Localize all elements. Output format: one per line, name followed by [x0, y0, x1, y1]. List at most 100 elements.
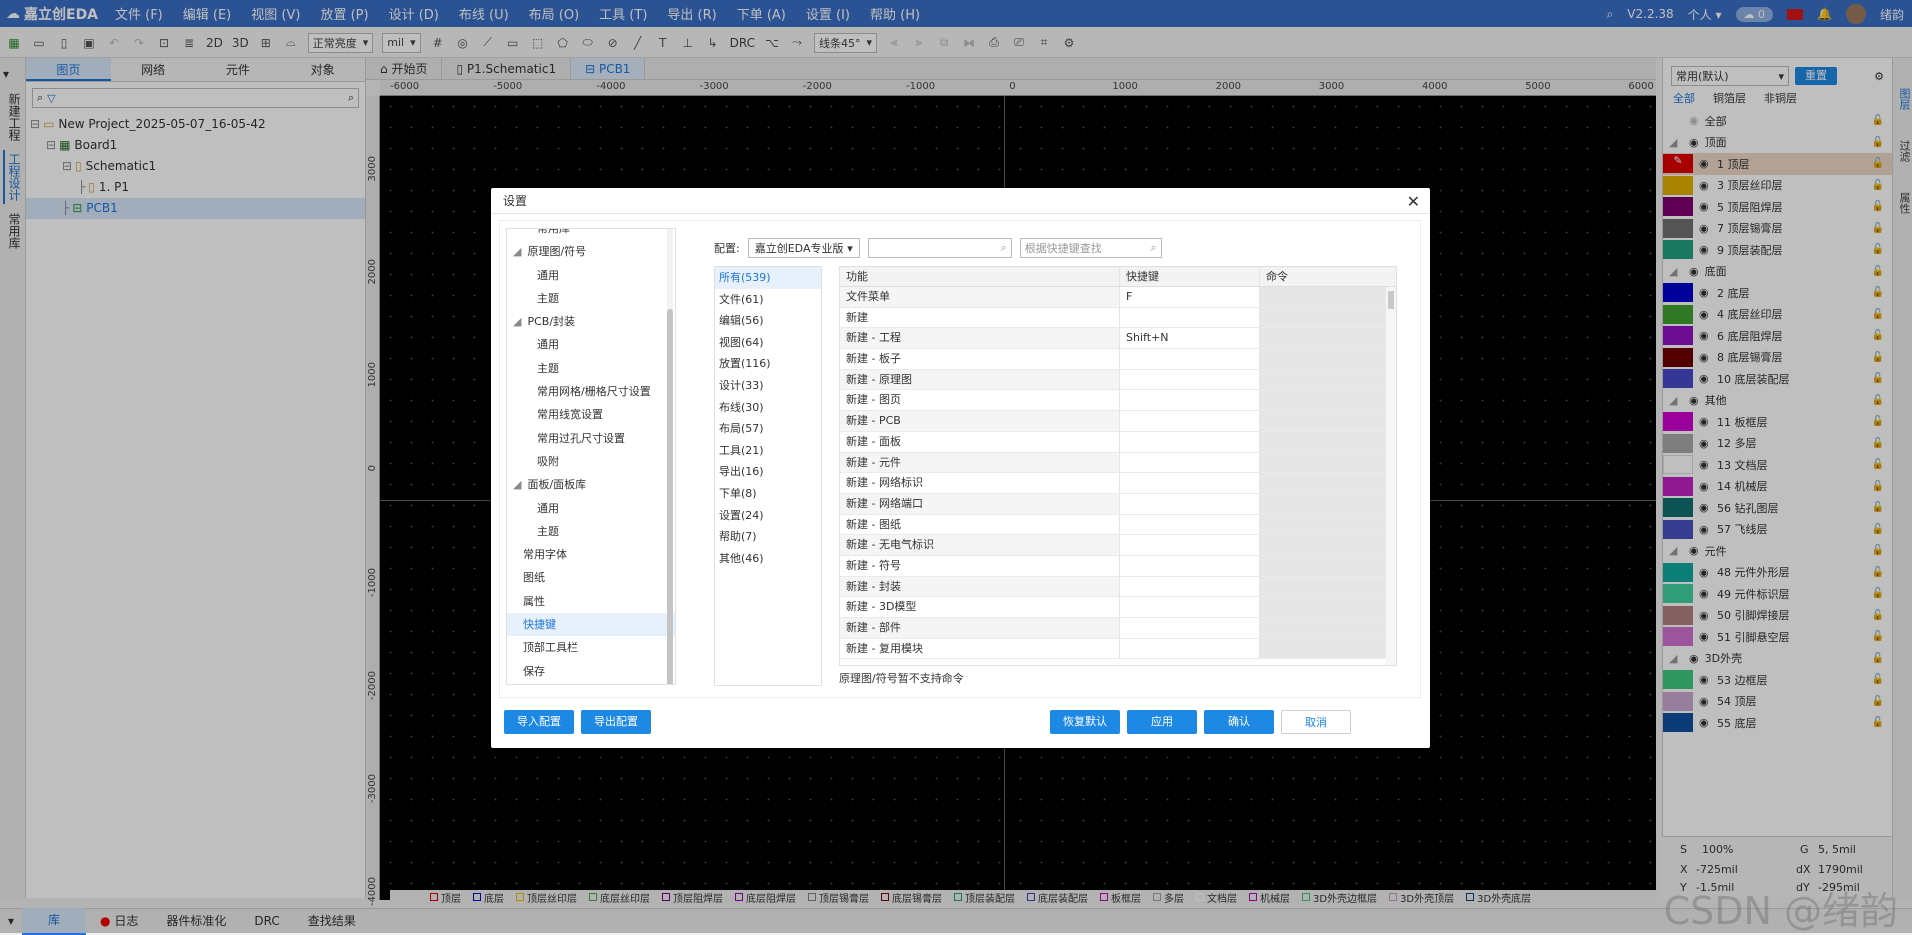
settings-nav-item[interactable]: 顶部工具栏	[507, 636, 675, 659]
shortcut-search-input[interactable]: 根据快捷键查找 ⌕	[1019, 238, 1162, 258]
cell-command	[1260, 307, 1396, 328]
import-config-button[interactable]: 导入配置	[504, 710, 574, 734]
cell-shortcut[interactable]	[1120, 555, 1260, 576]
table-body: 文件菜单 F 新建 新建 - 工程 Shift+N 新建 - 板子 新建 - 原理图 新建 -…	[840, 287, 1396, 660]
cell-shortcut[interactable]	[1120, 431, 1260, 452]
category-item[interactable]: 下单(8)	[715, 483, 821, 505]
settings-nav-item[interactable]: ◢ PCB/封装	[507, 310, 675, 333]
settings-nav-item[interactable]: 常用过孔尺寸设置	[507, 427, 675, 450]
table-row[interactable]: 新建 - 3D模型	[840, 597, 1396, 618]
nav-item-label: 快捷键	[523, 618, 556, 632]
cancel-button[interactable]: 取消	[1281, 710, 1351, 734]
settings-nav-item[interactable]: 通用	[507, 333, 675, 356]
cell-shortcut[interactable]	[1120, 638, 1260, 659]
cell-shortcut[interactable]	[1120, 493, 1260, 514]
category-item[interactable]: 导出(16)	[715, 461, 821, 483]
table-scroll-thumb[interactable]	[1388, 291, 1394, 309]
category-item[interactable]: 设置(24)	[715, 505, 821, 527]
table-row[interactable]: 新建 - 元件	[840, 452, 1396, 474]
category-item[interactable]: 编辑(56)	[715, 310, 821, 332]
table-scrollbar[interactable]	[1386, 287, 1396, 665]
settings-nav-item[interactable]: 通用	[507, 497, 675, 520]
table-row[interactable]: 新建 - 图纸	[840, 514, 1396, 536]
settings-nav-item[interactable]: 常用库	[507, 229, 675, 240]
category-item[interactable]: 布局(57)	[715, 418, 821, 440]
table-row[interactable]: 新建 - 复用模块	[840, 638, 1396, 660]
table-row[interactable]: 新建 - 部件	[840, 618, 1396, 639]
cell-shortcut[interactable]: Shift+N	[1120, 328, 1260, 349]
category-item[interactable]: 视图(64)	[715, 332, 821, 354]
category-item[interactable]: 布线(30)	[715, 397, 821, 419]
category-item[interactable]: 其他(46)	[715, 548, 821, 570]
cell-shortcut[interactable]: F	[1120, 287, 1260, 307]
settings-nav-item[interactable]: 属性	[507, 590, 675, 613]
table-row[interactable]: 新建 - 图页	[840, 390, 1396, 412]
cell-shortcut[interactable]	[1120, 390, 1260, 411]
settings-nav-item[interactable]: 保存	[507, 660, 675, 683]
restore-default-button[interactable]: 恢复默认	[1050, 710, 1120, 734]
table-row[interactable]: 新建 - 板子	[840, 349, 1396, 370]
category-list: 所有(539) 文件(61) 编辑(56) 视图(64) 放置(116) 设计(33) 布线…	[714, 266, 822, 686]
table-row[interactable]: 新建 - 原理图	[840, 369, 1396, 391]
nav-item-label: PCB/封装	[527, 315, 576, 329]
chevron-down-icon[interactable]: ◢	[513, 478, 521, 491]
table-row[interactable]: 新建 - 封装	[840, 576, 1396, 598]
export-config-button[interactable]: 导出配置	[581, 710, 651, 734]
cell-function: 新建 - 网络端口	[840, 493, 1120, 514]
settings-nav-item[interactable]: ◢ 面板/面板库	[507, 473, 675, 496]
category-item[interactable]: 设计(33)	[715, 375, 821, 397]
chevron-down-icon[interactable]: ◢	[513, 315, 521, 328]
confirm-button[interactable]: 确认	[1204, 710, 1274, 734]
table-row[interactable]: 新建 - 网络端口	[840, 493, 1396, 515]
table-row[interactable]: 新建 - 符号	[840, 555, 1396, 577]
table-row[interactable]: 新建 - 面板	[840, 431, 1396, 453]
nav-item-label: 保存	[523, 664, 545, 678]
chevron-down-icon[interactable]: ◢	[513, 245, 521, 258]
cell-shortcut[interactable]	[1120, 369, 1260, 390]
close-icon[interactable]: ✕	[1407, 192, 1420, 211]
settings-nav-item[interactable]: 主题	[507, 287, 675, 310]
function-search-input[interactable]: ⌕	[867, 238, 1012, 258]
cell-shortcut[interactable]	[1120, 349, 1260, 369]
settings-nav-item[interactable]: 快捷键	[507, 613, 675, 637]
cell-shortcut[interactable]	[1120, 473, 1260, 493]
cell-shortcut[interactable]	[1120, 307, 1260, 328]
settings-nav: 常用库 ◢ 原理图/符号 通用 主题 ◢ PCB/封装 通用 主题 常用网格/栅格尺寸设置 常用线宽…	[506, 228, 676, 685]
nav-item-label: 主题	[537, 361, 559, 375]
settings-nav-item[interactable]: 通用	[507, 264, 675, 287]
cell-shortcut[interactable]	[1120, 597, 1260, 617]
nav-scrollbar[interactable]	[667, 229, 673, 684]
cell-shortcut[interactable]	[1120, 514, 1260, 535]
nav-item-label: 主题	[537, 291, 559, 305]
settings-nav-item[interactable]: 图纸	[507, 566, 675, 589]
settings-nav-item[interactable]: 常用线宽设置	[507, 403, 675, 426]
cell-command	[1260, 390, 1396, 411]
table-row[interactable]: 新建 - 网络标识	[840, 473, 1396, 494]
settings-nav-item[interactable]: 常用网格/栅格尺寸设置	[507, 380, 675, 403]
cell-shortcut[interactable]	[1120, 452, 1260, 473]
category-item[interactable]: 帮助(7)	[715, 526, 821, 548]
cell-shortcut[interactable]	[1120, 411, 1260, 431]
table-row[interactable]: 新建 - 无电气标识	[840, 535, 1396, 556]
settings-nav-item[interactable]: ◢ 原理图/符号	[507, 240, 675, 263]
settings-nav-item[interactable]: 吸附	[507, 450, 675, 473]
table-row[interactable]: 新建 - 工程 Shift+N	[840, 328, 1396, 350]
category-item[interactable]: 工具(21)	[715, 440, 821, 462]
settings-nav-item[interactable]: 常用字体	[507, 543, 675, 566]
table-row[interactable]: 文件菜单 F	[840, 287, 1396, 308]
cell-shortcut[interactable]	[1120, 535, 1260, 555]
table-row[interactable]: 新建 - PCB	[840, 411, 1396, 432]
cell-shortcut[interactable]	[1120, 618, 1260, 638]
config-select[interactable]: 嘉立创EDA专业版 ▾	[747, 238, 860, 258]
nav-item-label: 顶部工具栏	[523, 641, 578, 655]
nav-scroll-thumb[interactable]	[667, 309, 673, 684]
category-item[interactable]: 放置(116)	[715, 353, 821, 375]
settings-nav-item[interactable]: 主题	[507, 357, 675, 380]
apply-button[interactable]: 应用	[1127, 710, 1197, 734]
cell-shortcut[interactable]	[1120, 576, 1260, 597]
category-item[interactable]: 文件(61)	[715, 289, 821, 311]
settings-nav-item[interactable]: 主题	[507, 520, 675, 543]
category-item[interactable]: 所有(539)	[715, 267, 821, 289]
nav-item-label: 常用过孔尺寸设置	[537, 431, 625, 445]
table-row[interactable]: 新建	[840, 307, 1396, 329]
